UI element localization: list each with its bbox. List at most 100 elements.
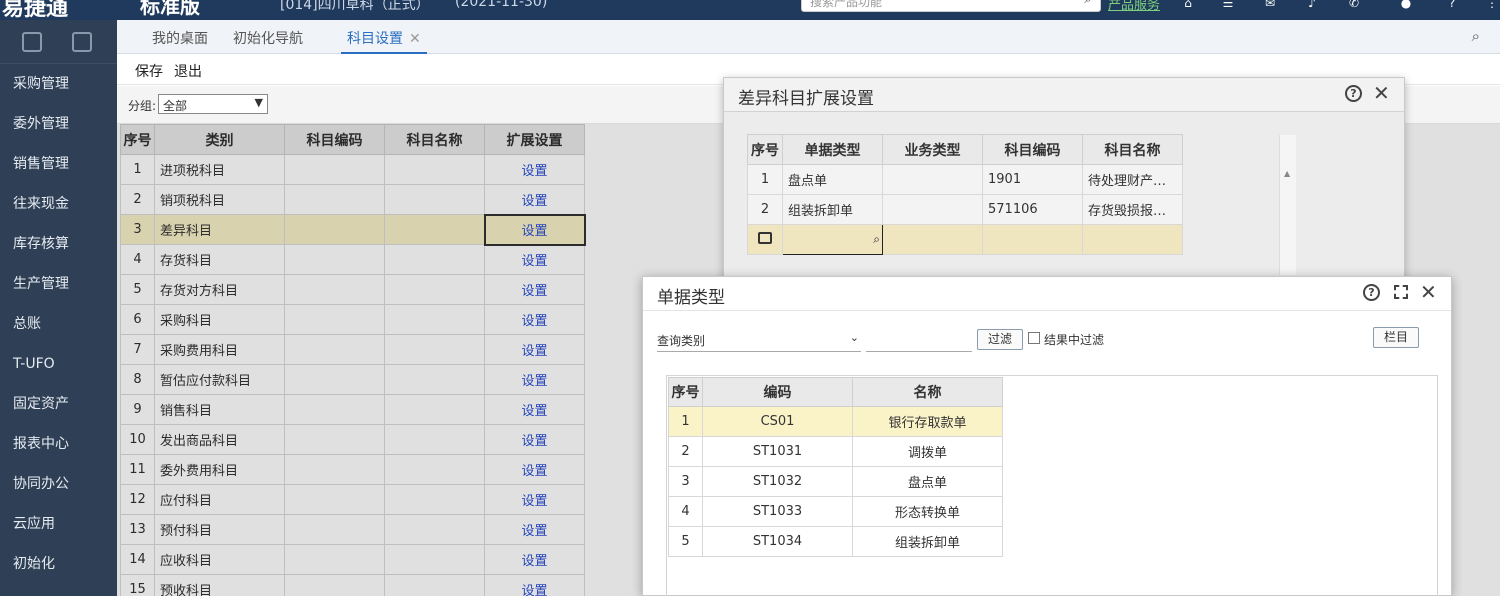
- menu-icon[interactable]: ⋮: [1484, 0, 1500, 10]
- account-label[interactable]: [014]四川草科（正式）: [280, 0, 430, 14]
- chevron-down-icon: ▼: [254, 96, 263, 109]
- cell-name: 银行存取款单: [852, 406, 1003, 437]
- list-item[interactable]: 5 ST1034 组装拆卸单: [668, 526, 1003, 557]
- list-item[interactable]: 4 ST1033 形态转换单: [668, 496, 1003, 527]
- filter-in-results-label: 结果中过滤: [1044, 333, 1105, 347]
- bell-icon[interactable]: ♪: [1304, 0, 1320, 10]
- table-row[interactable]: 2 组装拆卸单 571106 存货毁损报…: [747, 194, 1183, 225]
- cell-code: ST1031: [702, 436, 853, 467]
- cell-no: 5: [668, 526, 703, 557]
- sidebar-item[interactable]: 生产管理: [0, 264, 117, 304]
- cell-code: ST1032: [702, 466, 853, 497]
- sidebar-item[interactable]: 采购管理: [0, 64, 117, 104]
- col-header-doc-type: 单据类型: [782, 134, 883, 165]
- doc-type-dialog: 单据类型 ? ✕ 查询类别 ⌄ 过滤 结果中过滤 栏目 序号 编码 名称 1 CS…: [642, 276, 1452, 596]
- cell-code[interactable]: 1901: [982, 164, 1083, 195]
- new-window-icon[interactable]: [72, 32, 92, 52]
- list-icon[interactable]: ☰: [1220, 0, 1236, 10]
- help-icon[interactable]: ?: [1444, 0, 1460, 10]
- list-item[interactable]: 1 CS01 银行存取款单: [668, 406, 1003, 437]
- message-icon[interactable]: ✉: [1262, 0, 1278, 10]
- col-header-name: 名称: [852, 377, 1003, 407]
- close-icon[interactable]: ✕: [1373, 83, 1390, 103]
- cell-code: ST1033: [702, 496, 853, 527]
- sidebar-item[interactable]: 往来现金: [0, 184, 117, 224]
- sidebar: 采购管理 委外管理 销售管理 往来现金 库存核算 生产管理 总账 T-UFO 固定资产 报表中心协…: [0, 20, 117, 596]
- cell-code[interactable]: [982, 224, 1083, 255]
- close-tab-icon[interactable]: ✕: [409, 31, 421, 47]
- tab-bar: 我的桌面 初始化导航 科目设置 ✕ ⌕: [117, 20, 1500, 54]
- sidebar-item[interactable]: 总账: [0, 304, 117, 344]
- filter-button[interactable]: 过滤: [977, 329, 1023, 350]
- vertical-scrollbar[interactable]: ▲: [1279, 135, 1296, 275]
- cell-no: 3: [668, 466, 703, 497]
- cell-code: ST1034: [702, 526, 853, 557]
- query-input[interactable]: [866, 329, 972, 352]
- cell-name[interactable]: [1082, 224, 1183, 255]
- list-item[interactable]: 3 ST1032 盘点单: [668, 466, 1003, 497]
- cell-biz-type[interactable]: [882, 194, 983, 225]
- col-header-name: 科目名称: [1082, 134, 1183, 165]
- sidebar-item[interactable]: 固定资产: [0, 384, 117, 424]
- cell-code[interactable]: 571106: [982, 194, 1083, 225]
- phone-icon[interactable]: ✆: [1346, 0, 1362, 10]
- tab-account-settings[interactable]: 科目设置 ✕: [341, 20, 427, 54]
- sidebar-item[interactable]: 协同办公: [0, 464, 117, 504]
- tab-label: 科目设置: [347, 31, 403, 47]
- scroll-up-icon[interactable]: ▲: [1284, 169, 1290, 178]
- cell-name: 调拨单: [852, 436, 1003, 467]
- exit-button[interactable]: 退出: [174, 61, 202, 81]
- tab-init-navigation[interactable]: 初始化导航: [227, 20, 309, 54]
- top-header: 易捷通 标准版 [014]四川草科（正式） (2021-11-30) 搜索产品功…: [0, 0, 1500, 20]
- dialog-header: 差异科目扩展设置 ? ✕: [724, 78, 1404, 112]
- search-icon[interactable]: ⌕: [1084, 0, 1092, 7]
- chevron-down-icon: ⌄: [849, 331, 859, 344]
- col-header-code: 编码: [702, 377, 853, 407]
- dialog-title: 差异科目扩展设置: [738, 89, 874, 109]
- lookup-icon[interactable]: ⌕: [873, 232, 880, 247]
- period-label: (2021-11-30): [455, 0, 548, 10]
- cell-no: 4: [668, 496, 703, 527]
- search-placeholder: 搜索产品功能: [810, 0, 883, 9]
- sidebar-item[interactable]: 初始化: [0, 544, 117, 584]
- group-select[interactable]: 全部 ▼: [158, 94, 268, 114]
- cell-no: 2: [668, 436, 703, 467]
- help-icon[interactable]: ?: [1345, 85, 1362, 102]
- home-icon[interactable]: ⌂: [1180, 0, 1196, 10]
- sidebar-item[interactable]: 委外管理: [0, 104, 117, 144]
- maximize-icon[interactable]: [1394, 285, 1408, 299]
- filter-in-results-checkbox[interactable]: [1028, 332, 1040, 344]
- cell-name[interactable]: 待处理财产…: [1082, 164, 1183, 195]
- global-search-input[interactable]: 搜索产品功能 ⌕: [801, 0, 1101, 12]
- cell-doc-type[interactable]: 盘点单: [782, 164, 883, 195]
- list-item[interactable]: 2 ST1031 调拨单: [668, 436, 1003, 467]
- row-settings-icon[interactable]: [747, 224, 783, 255]
- group-select-value: 全部: [163, 99, 188, 113]
- avatar[interactable]: ●: [1398, 0, 1414, 10]
- cell-doc-type[interactable]: 组装拆卸单: [782, 194, 883, 225]
- dialog-header: 单据类型 ? ✕: [643, 277, 1451, 311]
- cell-name[interactable]: 存货毁损报…: [1082, 194, 1183, 225]
- doc-type-list: 序号 编码 名称 1 CS01 银行存取款单 2 ST1031 调拨单 3 ST1032 盘点单…: [666, 375, 1438, 596]
- table-row[interactable]: 1 盘点单 1901 待处理财产…: [747, 164, 1183, 195]
- help-icon[interactable]: ?: [1363, 284, 1380, 301]
- tab-search-icon[interactable]: ⌕: [1472, 27, 1480, 45]
- doc-type-input[interactable]: ⌕: [782, 224, 883, 255]
- service-link[interactable]: 产品服务: [1108, 0, 1160, 13]
- new-row[interactable]: ⌕: [747, 224, 1183, 255]
- sidebar-item[interactable]: T-UFO: [0, 344, 117, 384]
- report-icon[interactable]: [22, 32, 42, 52]
- columns-button[interactable]: 栏目: [1373, 327, 1419, 348]
- sidebar-item[interactable]: 销售管理: [0, 144, 117, 184]
- cell-biz-type[interactable]: [882, 164, 983, 195]
- tab-my-desktop[interactable]: 我的桌面: [146, 20, 214, 54]
- sidebar-item[interactable]: 库存核算: [0, 224, 117, 264]
- sidebar-item[interactable]: 报表中心: [0, 424, 117, 464]
- query-category-value: 查询类别: [657, 334, 706, 348]
- close-icon[interactable]: ✕: [1420, 282, 1437, 302]
- col-header-code: 科目编码: [982, 134, 1083, 165]
- sidebar-item[interactable]: 云应用: [0, 504, 117, 544]
- query-category-select[interactable]: 查询类别 ⌄: [657, 329, 861, 352]
- save-button[interactable]: 保存: [135, 61, 163, 81]
- cell-biz-type[interactable]: [882, 224, 983, 255]
